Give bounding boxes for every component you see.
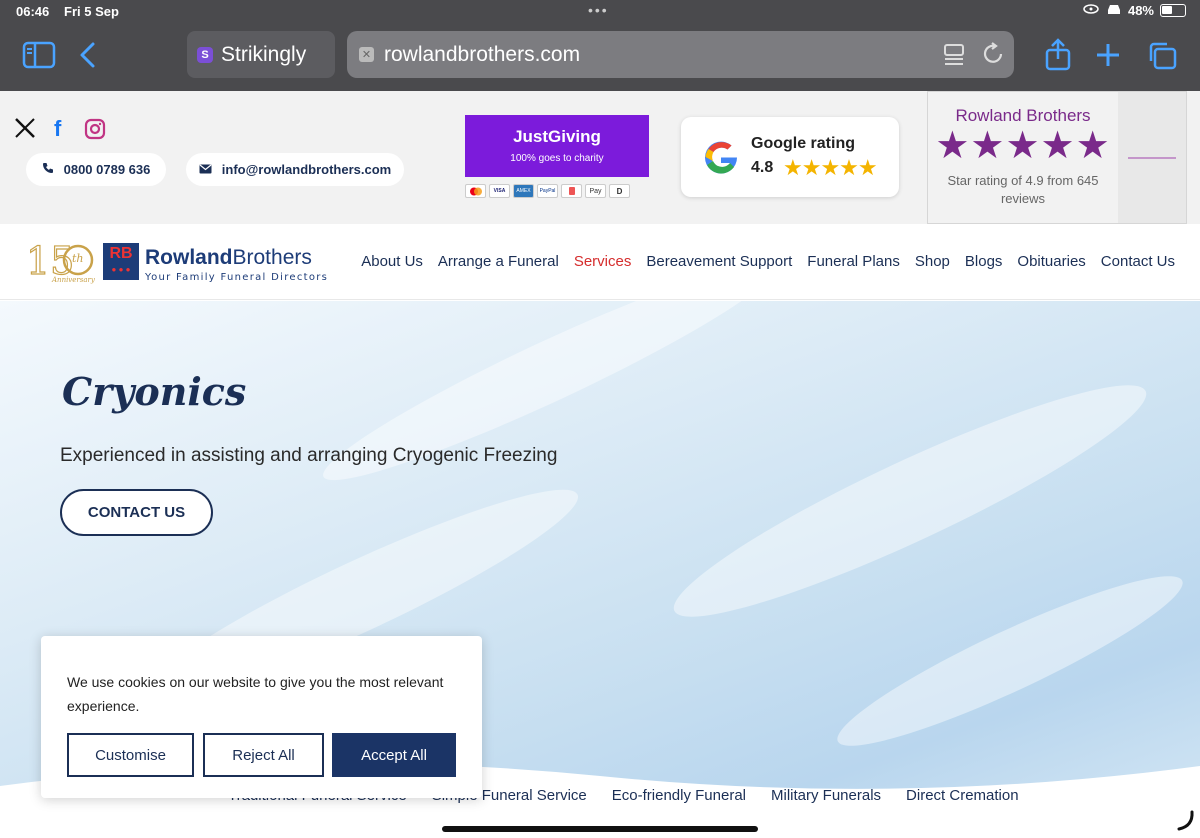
- status-time: 06:46: [16, 4, 50, 19]
- tab-title: Strikingly: [221, 42, 307, 66]
- phone-number: 0800 0789 636: [63, 162, 151, 177]
- google-rating-score: 4.8: [751, 159, 774, 176]
- site-favicon-icon: ✕: [359, 47, 374, 62]
- reviews-inner: Rowland Brothers ★★★★★ Star rating of 4.…: [928, 92, 1118, 223]
- google-rating-card[interactable]: Google rating 4.8 ★★★★★: [681, 117, 899, 197]
- customise-button[interactable]: Customise: [67, 733, 194, 777]
- google-logo-icon: [701, 137, 741, 182]
- status-bar: 06:46 Fri 5 Sep ••• 48%: [0, 0, 1200, 24]
- nav-item-services[interactable]: Services: [574, 253, 632, 270]
- anniversary-logo[interactable]: 15 th Anniversary: [24, 238, 98, 284]
- facebook-icon[interactable]: f: [54, 116, 61, 142]
- service-link-military[interactable]: Military Funerals: [771, 787, 881, 804]
- sidebar-icon[interactable]: [22, 41, 56, 74]
- main-nav: About Us Arrange a Funeral Services Bere…: [361, 253, 1175, 270]
- hero-texture: [310, 301, 790, 504]
- nav-item-arrange-funeral[interactable]: Arrange a Funeral: [438, 253, 559, 270]
- nav-item-about-us[interactable]: About Us: [361, 253, 423, 270]
- share-icon[interactable]: [1044, 38, 1072, 77]
- site-header: 15 th Anniversary RB ● ● ● RowlandBrothe…: [0, 224, 1200, 300]
- status-right: 48%: [1082, 3, 1186, 18]
- new-tab-icon[interactable]: [1095, 41, 1121, 74]
- browser-toolbar: S Strikingly ✕ rowlandbrothers.com: [0, 24, 1200, 91]
- corner-resize-icon[interactable]: [1176, 810, 1196, 837]
- mastercard-icon: [465, 184, 486, 198]
- justgiving-subtitle: 100% goes to charity: [510, 153, 604, 164]
- battery-fill: [1162, 6, 1172, 14]
- url-text: rowlandbrothers.com: [384, 42, 581, 66]
- email-address: info@rowlandbrothers.com: [221, 162, 392, 177]
- amex-icon: AMEX: [513, 184, 534, 198]
- accept-all-button[interactable]: Accept All: [332, 733, 456, 777]
- phone-icon: [42, 162, 54, 177]
- brand-name-first: Rowland: [145, 246, 233, 269]
- brand-name[interactable]: RowlandBrothers: [145, 246, 312, 270]
- cookie-message: We use cookies on our website to give yo…: [67, 674, 444, 714]
- rb-logo-dots: ● ● ●: [111, 265, 131, 274]
- nav-item-contact-us[interactable]: Contact Us: [1101, 253, 1175, 270]
- envelope-icon: [199, 162, 212, 177]
- nav-item-blogs[interactable]: Blogs: [965, 253, 1003, 270]
- reviews-summary: Star rating of 4.9 from 645 reviews: [947, 173, 1099, 206]
- justgiving-banner[interactable]: JustGiving 100% goes to charity: [465, 115, 649, 177]
- reload-icon[interactable]: [981, 41, 1005, 73]
- apple-pay-icon: Pay: [585, 184, 606, 198]
- paypal-icon: PayPal: [537, 184, 558, 198]
- brand-name-second: Brothers: [232, 246, 312, 269]
- nav-item-bereavement-support[interactable]: Bereavement Support: [646, 253, 792, 270]
- rb-logo[interactable]: RB ● ● ●: [103, 243, 139, 280]
- reviews-provider-logo: [1118, 92, 1186, 223]
- instagram-icon[interactable]: [84, 118, 106, 145]
- reviews-stars: ★★★★★: [935, 125, 1111, 167]
- phone-button[interactable]: 0800 0789 636: [26, 153, 166, 186]
- svg-text:Anniversary: Anniversary: [51, 276, 96, 284]
- tab-strikingly[interactable]: S Strikingly: [187, 31, 335, 78]
- visa-icon: VISA: [489, 184, 510, 198]
- card-icon: [561, 184, 582, 198]
- nav-item-shop[interactable]: Shop: [915, 253, 950, 270]
- page-title: Cryonics: [62, 369, 247, 414]
- site-top-bar: f 0800 0789 636 info@rowlandbrothers.com…: [0, 91, 1200, 224]
- payment-methods: VISA AMEX PayPal Pay D: [465, 184, 630, 198]
- svg-text:th: th: [72, 252, 84, 265]
- home-indicator[interactable]: [442, 826, 758, 832]
- reader-icon[interactable]: [943, 43, 965, 73]
- contact-us-button[interactable]: CONTACT US: [60, 489, 213, 536]
- car-icon: [1106, 3, 1122, 18]
- multitasking-dots-icon[interactable]: •••: [588, 2, 609, 18]
- back-icon[interactable]: [78, 41, 98, 74]
- tabs-icon[interactable]: [1146, 41, 1178, 76]
- orientation-lock-icon: [1082, 3, 1100, 18]
- x-twitter-icon[interactable]: [14, 118, 36, 143]
- battery-icon: [1160, 4, 1186, 17]
- google-rating-stars: ★★★★★: [783, 155, 878, 180]
- email-button[interactable]: info@rowlandbrothers.com: [186, 153, 404, 186]
- status-date: Fri 5 Sep: [64, 4, 119, 19]
- rb-logo-text: RB: [109, 245, 133, 262]
- reviews-widget[interactable]: Rowland Brothers ★★★★★ Star rating of 4.…: [927, 91, 1187, 224]
- reviews-company-name: Rowland Brothers: [955, 106, 1091, 125]
- google-rating-label: Google rating: [751, 135, 855, 152]
- hero-texture: [825, 553, 1195, 769]
- cookie-consent-dialog: We use cookies on our website to give yo…: [41, 636, 482, 798]
- service-link-direct-cremation[interactable]: Direct Cremation: [906, 787, 1019, 804]
- nav-item-funeral-plans[interactable]: Funeral Plans: [807, 253, 900, 270]
- service-link-eco[interactable]: Eco-friendly Funeral: [612, 787, 746, 804]
- page-subtitle: Experienced in assisting and arranging C…: [60, 445, 558, 466]
- justgiving-title: JustGiving: [513, 127, 601, 146]
- reject-all-button[interactable]: Reject All: [203, 733, 324, 777]
- brand-tagline: Your Family Funeral Directors: [145, 272, 329, 283]
- battery-percent: 48%: [1127, 3, 1154, 18]
- strikingly-favicon-icon: S: [197, 46, 213, 63]
- nav-item-obituaries[interactable]: Obituaries: [1017, 253, 1085, 270]
- diners-icon: D: [609, 184, 630, 198]
- address-bar[interactable]: ✕ rowlandbrothers.com: [347, 31, 1014, 78]
